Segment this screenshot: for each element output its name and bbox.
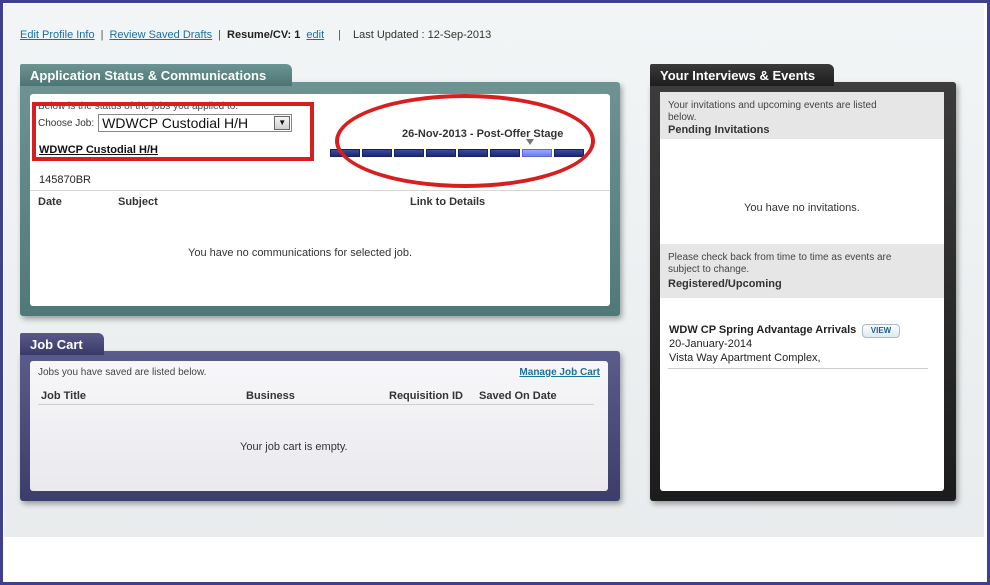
cart-empty-message: Your job cart is empty. — [240, 441, 348, 453]
column-business: Business — [246, 390, 295, 402]
no-communications-message: You have no communications for selected … — [188, 247, 413, 259]
manage-job-cart-link[interactable]: Manage Job Cart — [519, 367, 600, 378]
view-event-button[interactable]: VIEW — [862, 324, 900, 338]
annotation-ellipse — [335, 94, 595, 188]
job-cart-panel: Jobs you have saved are listed below. Ma… — [20, 333, 620, 501]
edit-resume-link[interactable]: edit — [306, 29, 324, 41]
last-updated: Last Updated : 12-Sep-2013 — [353, 29, 492, 41]
panel-title: Job Cart — [20, 333, 104, 355]
invitations-intro: Your invitations and upcoming events are… — [668, 100, 877, 123]
application-status-panel: Below is the status of the jobs you appl… — [20, 64, 620, 316]
profile-toolbar: Edit Profile Info | Review Saved Drafts … — [20, 28, 491, 42]
separator: | — [218, 29, 222, 41]
check-back-note: Please check back from time to time as e… — [668, 252, 892, 275]
panel-frame: Below is the status of the jobs you appl… — [20, 82, 620, 316]
cart-table-header: Job Title Business Requisition ID Saved … — [38, 385, 594, 405]
invitations-header-block: Your invitations and upcoming events are… — [660, 92, 944, 139]
registered-upcoming-heading: Registered/Upcoming — [668, 278, 782, 290]
separator: | — [338, 29, 342, 41]
registered-header-block: Please check back from time to time as e… — [660, 244, 944, 298]
column-date: Date — [38, 196, 62, 208]
event-date: 20-January-2014 — [669, 338, 753, 350]
annotation-rectangle — [32, 102, 314, 161]
event-location: Vista Way Apartment Complex, — [669, 352, 821, 364]
pending-invitations-heading: Pending Invitations — [668, 124, 770, 136]
panel-title: Application Status & Communications — [20, 64, 292, 86]
column-saved-on-date: Saved On Date — [479, 390, 557, 402]
column-subject: Subject — [118, 196, 158, 208]
panel-content: Below is the status of the jobs you appl… — [30, 94, 610, 306]
cart-hint: Jobs you have saved are listed below. — [38, 367, 207, 378]
separator: | — [100, 29, 104, 41]
column-requisition-id: Requisition ID — [389, 390, 463, 402]
panel-title: Your Interviews & Events — [650, 64, 834, 86]
edit-profile-link[interactable]: Edit Profile Info — [20, 29, 95, 41]
review-saved-drafts-link[interactable]: Review Saved Drafts — [109, 29, 212, 41]
no-invitations-message: You have no invitations. — [744, 202, 860, 214]
communications-table-header: Date Subject Link to Details — [30, 190, 610, 208]
event-title: WDW CP Spring Advantage Arrivals — [669, 324, 857, 336]
column-job-title: Job Title — [41, 390, 87, 402]
panel-content: Jobs you have saved are listed below. Ma… — [30, 361, 608, 491]
panel-frame: Your invitations and upcoming events are… — [650, 82, 956, 501]
interviews-events-panel: Your invitations and upcoming events are… — [650, 64, 956, 501]
panel-content: Your invitations and upcoming events are… — [660, 92, 944, 491]
divider — [668, 368, 928, 369]
column-link: Link to Details — [410, 196, 486, 208]
resume-count: Resume/CV: 1 — [227, 29, 301, 41]
requisition-id: 145870BR — [39, 174, 91, 186]
panel-frame: Jobs you have saved are listed below. Ma… — [20, 351, 620, 501]
